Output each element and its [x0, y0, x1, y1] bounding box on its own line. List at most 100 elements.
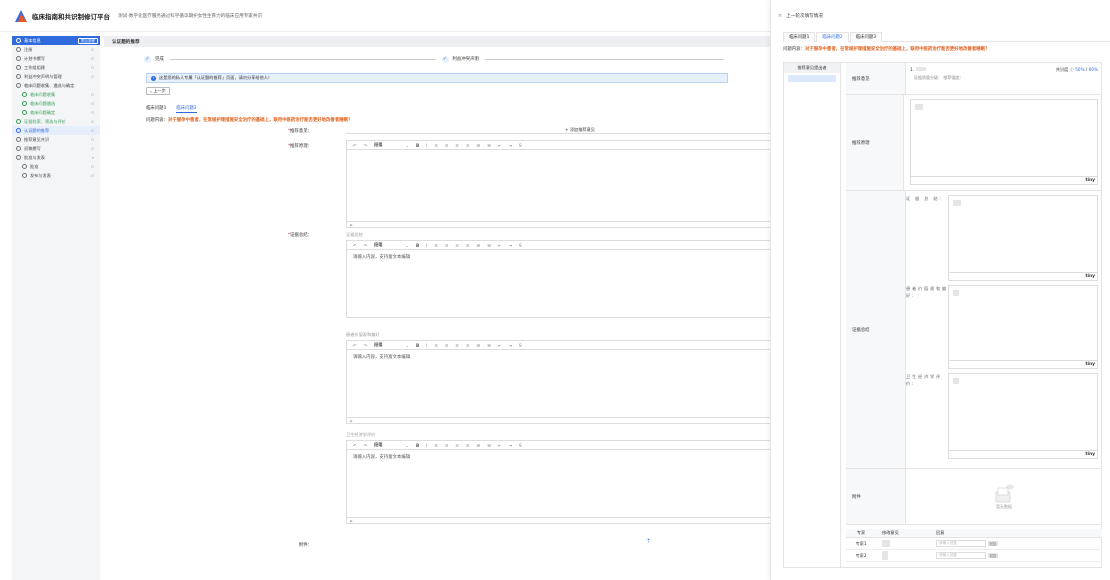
align-left-icon[interactable]: ≡: [434, 143, 438, 148]
econ-editor[interactable]: ↶ ↷ 段落 ⌄ B I ≡ ≡ ≡ ≡ ☰ ☰ ⇤ ⇥ Ꞩ 请输入内容，支持富文本编辑 p: [346, 440, 814, 524]
paragraph-select[interactable]: 段落: [374, 242, 382, 248]
align-right-icon[interactable]: ≡: [455, 443, 459, 448]
reply-input[interactable]: 请输入回复: [936, 540, 986, 547]
back-button[interactable]: ‹ 上一步: [146, 87, 170, 95]
clear-format-icon[interactable]: Ꞩ: [519, 443, 522, 448]
bold-icon[interactable]: B: [416, 343, 419, 348]
bold-icon[interactable]: B: [416, 243, 419, 248]
bold-icon[interactable]: B: [416, 443, 419, 448]
bullet-list-icon[interactable]: ☰: [476, 243, 480, 248]
align-right-icon[interactable]: ≡: [455, 343, 459, 348]
upload-icon[interactable]: ⇡: [646, 538, 651, 545]
sidebar-item-basic-info[interactable]: 基本信息 项目流程: [12, 36, 100, 45]
paragraph-select[interactable]: 段落: [374, 442, 382, 448]
outdent-icon[interactable]: ⇤: [498, 143, 502, 148]
align-right-icon[interactable]: ≡: [455, 243, 459, 248]
bullet-list-icon[interactable]: ☰: [476, 143, 480, 148]
expert-comment: [876, 550, 928, 561]
align-left-icon[interactable]: ≡: [434, 343, 438, 348]
rec-reason-editor[interactable]: ↶ ↷ 段落 ⌄ B I ≡ ≡ ≡ ≡ ☰ ☰ ⇤ ⇥ Ꞩ p: [346, 140, 814, 228]
tab-question-2[interactable]: 临床问题2: [176, 103, 197, 113]
drawer-title: 上一轮次填写情况: [786, 14, 823, 19]
reply-button[interactable]: 回复: [988, 541, 998, 546]
undo-icon[interactable]: ↶: [353, 243, 357, 248]
sub-evidence-editor[interactable]: tiny: [948, 195, 1098, 281]
editor-statusbar: p: [347, 417, 813, 423]
bullet-list-icon[interactable]: ☰: [476, 343, 480, 348]
indent-icon[interactable]: ⇥: [509, 243, 513, 248]
evidence-editor[interactable]: ↶ ↷ 段落 ⌄ B I ≡ ≡ ≡ ≡ ☰ ☰ ⇤ ⇥ Ꞩ 请输入内容，支持富文本编辑: [346, 240, 814, 318]
outdent-icon[interactable]: ⇤: [498, 243, 502, 248]
proposer-item[interactable]: [788, 75, 836, 82]
italic-icon[interactable]: I: [426, 443, 427, 448]
redo-icon[interactable]: ↷: [364, 443, 368, 448]
add-rec-button[interactable]: + 添加推荐意见: [346, 126, 814, 134]
sidebar-item-select[interactable]: 临床问题遴选 ⊟: [12, 99, 100, 108]
indent-icon[interactable]: ⇥: [509, 443, 513, 448]
sidebar-item-plan[interactable]: 计划书撰写 ⊟: [12, 54, 100, 63]
sidebar-item-clinical[interactable]: 临床问题收集、遴选与确定: [12, 81, 100, 90]
clear-format-icon[interactable]: Ꞩ: [519, 243, 522, 248]
italic-icon[interactable]: I: [426, 243, 427, 248]
undo-icon[interactable]: ↶: [353, 443, 357, 448]
align-center-icon[interactable]: ≡: [445, 143, 449, 148]
sidebar-item-confirm[interactable]: 临床问题确定 ⊟: [12, 108, 100, 117]
close-icon[interactable]: ×: [778, 13, 782, 19]
indent-icon[interactable]: ⇥: [509, 143, 513, 148]
paragraph-select[interactable]: 段落: [374, 142, 382, 148]
sidebar-item-approve-publish[interactable]: 批准与发表 ▾: [12, 153, 100, 162]
bold-icon[interactable]: B: [416, 143, 419, 148]
undo-icon[interactable]: ↶: [353, 343, 357, 348]
number-list-icon[interactable]: ☰: [487, 343, 491, 348]
sub-econ-editor[interactable]: tiny: [948, 373, 1098, 459]
align-left-icon[interactable]: ≡: [434, 443, 438, 448]
outdent-icon[interactable]: ⇤: [498, 443, 502, 448]
italic-icon[interactable]: I: [426, 143, 427, 148]
reply-button[interactable]: 回复: [988, 553, 998, 558]
reason-editor[interactable]: tiny: [910, 99, 1098, 185]
redo-icon[interactable]: ↷: [364, 143, 368, 148]
undo-icon[interactable]: ↶: [353, 143, 357, 148]
redo-icon[interactable]: ↷: [364, 243, 368, 248]
patient-values-editor[interactable]: ↶ ↷ 段落 ⌄ B I ≡ ≡ ≡ ≡ ☰ ☰ ⇤ ⇥ Ꞩ 请输入内容，支持富文本编辑 p: [346, 340, 814, 424]
sidebar-item-recommend[interactable]: 认证题的推荐 ⊟: [12, 126, 100, 135]
sidebar-item-collect[interactable]: 临床问题收集 ⊟: [12, 90, 100, 99]
italic-icon[interactable]: I: [426, 343, 427, 348]
number-list-icon[interactable]: ☰: [487, 243, 491, 248]
sidebar-item-approve[interactable]: 批准 ⊟: [12, 162, 100, 171]
tab-question-1[interactable]: 临床问题1: [146, 103, 166, 113]
sidebar-item-group[interactable]: 工作组组建 ⊟: [12, 63, 100, 72]
align-right-icon[interactable]: ≡: [455, 143, 459, 148]
bullet-list-icon[interactable]: ☰: [476, 443, 480, 448]
number-list-icon[interactable]: ☰: [487, 143, 491, 148]
sidebar-item-publish[interactable]: 发布与发表 ⊟: [12, 171, 100, 180]
align-justify-icon[interactable]: ≡: [466, 343, 470, 348]
top-header: 临床指南和共识制修订平台 测试-数字化医疗服务通过科学循孕期护女性生育力的临床应…: [0, 0, 770, 32]
paragraph-select[interactable]: 段落: [374, 342, 382, 348]
outdent-icon[interactable]: ⇤: [498, 343, 502, 348]
drawer-tab-2[interactable]: 临床问题2: [816, 31, 849, 42]
attachment-row: 附件： ⇡: [146, 538, 770, 554]
sidebar-item-register[interactable]: 注册 ⊟: [12, 45, 100, 54]
sidebar-item-consensus[interactable]: 推荐意见共识 ⊟: [12, 135, 100, 144]
align-justify-icon[interactable]: ≡: [466, 443, 470, 448]
clear-format-icon[interactable]: Ꞩ: [519, 143, 522, 148]
align-justify-icon[interactable]: ≡: [466, 243, 470, 248]
sidebar-item-draft[interactable]: 初稿撰写 ⊟: [12, 144, 100, 153]
sidebar-item-evidence[interactable]: 证据检索、筛选与评价 ⊟: [12, 117, 100, 126]
sidebar-item-conflict[interactable]: 利益冲突声明与管理 ⊟: [12, 72, 100, 81]
number-list-icon[interactable]: ☰: [487, 443, 491, 448]
align-justify-icon[interactable]: ≡: [466, 143, 470, 148]
flow-tag[interactable]: 项目流程: [77, 37, 98, 44]
align-left-icon[interactable]: ≡: [434, 243, 438, 248]
reply-input[interactable]: 请输入回复: [936, 552, 986, 559]
sub-patient-editor[interactable]: tiny: [948, 285, 1098, 369]
align-center-icon[interactable]: ≡: [445, 243, 449, 248]
redo-icon[interactable]: ↷: [364, 343, 368, 348]
clear-format-icon[interactable]: Ꞩ: [519, 343, 522, 348]
drawer-tab-1[interactable]: 临床问题1: [783, 31, 816, 42]
indent-icon[interactable]: ⇥: [509, 343, 513, 348]
align-center-icon[interactable]: ≡: [445, 343, 449, 348]
align-center-icon[interactable]: ≡: [445, 443, 449, 448]
drawer-tab-3[interactable]: 临床问题3: [849, 31, 883, 42]
